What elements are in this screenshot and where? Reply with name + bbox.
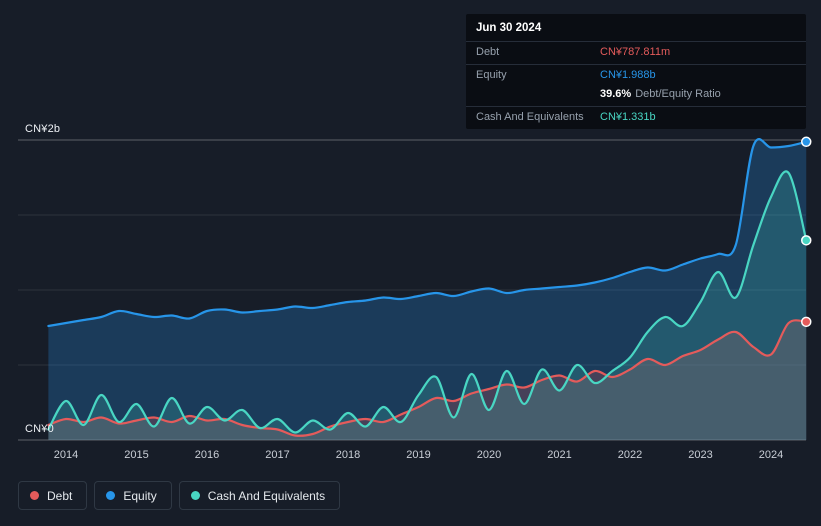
debt-equity-history-panel: CN¥2b CN¥0 2014 2015 2016 2017 2018 2019 2020 2…	[0, 0, 821, 526]
legend-item-equity[interactable]: Equity	[94, 481, 172, 510]
tooltip-cash-value: CN¥1.331b	[600, 111, 656, 123]
legend-item-cash[interactable]: Cash And Equivalents	[178, 481, 341, 510]
x-axis-label-2023: 2023	[688, 449, 713, 461]
tooltip-debt-label: Debt	[476, 46, 500, 58]
chart-tooltip: Jun 30 2024 Debt CN¥787.811m Equity CN¥1…	[466, 14, 806, 129]
legend-debt-label: Debt	[47, 488, 73, 503]
x-axis-label-2024: 2024	[758, 449, 784, 461]
tooltip-row-cash: Cash And Equivalents CN¥1.331b	[466, 106, 806, 129]
tooltip-cash-label: Cash And Equivalents	[476, 111, 584, 123]
debt-series-dot-icon	[30, 491, 39, 500]
y-axis-label-zero: CN¥0	[25, 423, 54, 435]
y-axis-label-max: CN¥2b	[25, 123, 61, 135]
chart-legend: Debt Equity Cash And Equivalents	[18, 481, 341, 510]
tooltip-date: Jun 30 2024	[476, 22, 542, 34]
x-axis-label-2018: 2018	[335, 449, 361, 461]
legend-item-debt[interactable]: Debt	[18, 481, 88, 510]
tooltip-equity-value: CN¥1.988b	[600, 69, 656, 81]
tooltip-equity-label: Equity	[476, 69, 507, 81]
legend-equity-label: Equity	[123, 488, 157, 503]
x-axis-label-2021: 2021	[547, 449, 572, 461]
cash-series-dot-icon	[190, 491, 200, 500]
x-axis-label-2015: 2015	[124, 449, 149, 461]
x-axis-label-2019: 2019	[406, 449, 431, 461]
tooltip-row-debt: Debt CN¥787.811m	[466, 41, 806, 64]
tooltip-row-ratio: 39.6% Debt/Equity Ratio	[466, 87, 806, 106]
tooltip-debt-value: CN¥787.811m	[600, 46, 671, 58]
tooltip-ratio-value: 39.6% Debt/Equity Ratio	[600, 88, 721, 100]
tooltip-row-equity: Equity CN¥1.988b	[466, 64, 806, 87]
x-axis: 2014 2015 2016 2017 2018 2019 2020 2021 2022 2023…	[0, 449, 821, 463]
x-axis-label-2022: 2022	[617, 449, 643, 461]
equity-series-dot-icon	[106, 491, 116, 500]
x-axis-label-2020: 2020	[476, 449, 502, 461]
x-axis-label-2016: 2016	[194, 449, 220, 461]
x-axis-label-2017: 2017	[265, 449, 290, 461]
x-axis-label-2014: 2014	[53, 449, 79, 461]
legend-cash-label: Cash And Equivalents	[207, 488, 326, 503]
